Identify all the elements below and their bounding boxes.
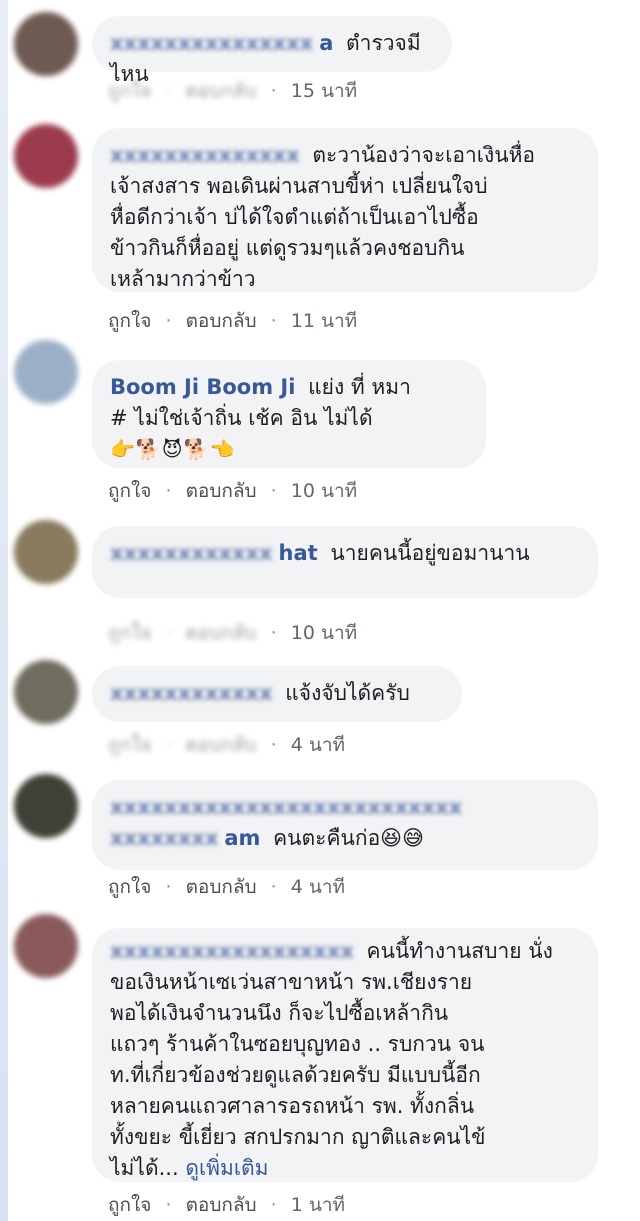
reply-link[interactable]: ตอบกลับ xyxy=(186,872,257,902)
comment-actions: ถูกใจ · ตอบกลับ · 4 นาที xyxy=(108,730,345,760)
separator: · xyxy=(270,80,277,102)
like-link[interactable]: ถูกใจ xyxy=(108,306,151,336)
comment-bubble: Boom Ji Boom Ji แย่ง ที่ หมา # ไม่ใช่เจ้… xyxy=(92,360,486,468)
separator: · xyxy=(165,622,172,644)
separator: · xyxy=(270,622,277,644)
commenter-name-visible[interactable]: a xyxy=(319,31,333,55)
avatar[interactable] xyxy=(14,774,78,838)
avatar[interactable] xyxy=(14,660,78,724)
separator: · xyxy=(270,734,277,756)
avatar[interactable] xyxy=(14,520,78,584)
comment-actions: ถูกใจ · ตอบกลับ · 10 นาที xyxy=(108,618,357,648)
separator: · xyxy=(165,876,172,898)
separator: · xyxy=(165,80,172,102)
timestamp[interactable]: 10 นาที xyxy=(291,476,357,506)
like-link[interactable]: ถูกใจ xyxy=(108,1190,151,1220)
separator: · xyxy=(165,310,172,332)
separator: · xyxy=(270,480,277,502)
commenter-name[interactable]: xxxxxxxxxxxx xyxy=(110,541,273,565)
comment-actions: ถูกใจ · ตอบกลับ · 1 นาที xyxy=(108,1190,345,1220)
reply-link[interactable]: ตอบกลับ xyxy=(186,306,257,336)
comment-text: แจ้งจับได้ครับ xyxy=(285,681,410,705)
separator: · xyxy=(165,480,172,502)
like-link[interactable]: ถูกใจ xyxy=(108,618,151,648)
timestamp[interactable]: 4 นาที xyxy=(291,730,345,760)
see-more-link[interactable]: ดูเพิ่มเติม xyxy=(185,1156,268,1180)
comment-bubble: xxxxxxxxxxxxxx ตะวาน้องว่าจะเอาเงินหื่อ … xyxy=(92,128,598,292)
reply-link[interactable]: ตอบกลับ xyxy=(186,730,257,760)
commenter-name[interactable]: xxxxxxxxxxxx xyxy=(110,681,273,705)
comment-actions: ถูกใจ · ตอบกลับ · 11 นาที xyxy=(108,306,357,336)
comment-bubble: xxxxxxxxxxxx hat นายคนนี้อยู่ขอมานาน xyxy=(92,526,598,598)
separator: · xyxy=(165,1194,172,1216)
timestamp[interactable]: 15 นาที xyxy=(291,76,357,106)
separator: · xyxy=(270,876,277,898)
timestamp[interactable]: 1 นาที xyxy=(291,1190,345,1220)
separator: · xyxy=(165,734,172,756)
separator: · xyxy=(270,1194,277,1216)
timestamp[interactable]: 10 นาที xyxy=(291,618,357,648)
avatar[interactable] xyxy=(14,124,78,188)
commenter-name[interactable]: xxxxxxxxxxxxxxx xyxy=(110,31,313,55)
comment-actions: ถูกใจ · ตอบกลับ · 10 นาที xyxy=(108,476,357,506)
avatar[interactable] xyxy=(14,340,78,404)
reply-link[interactable]: ตอบกลับ xyxy=(186,76,257,106)
emoji-row: 👉🐕😈🐕👈 xyxy=(110,437,236,461)
commenter-name[interactable]: xxxxxxxxxxxxxxxxxx xyxy=(110,939,354,963)
comment-text: นายคนนี้อยู่ขอมานาน xyxy=(330,541,530,565)
commenter-name-visible[interactable]: am xyxy=(224,826,260,850)
like-link[interactable]: ถูกใจ xyxy=(108,872,151,902)
timestamp[interactable]: 4 นาที xyxy=(291,872,345,902)
commenter-name[interactable]: xxxxxxxxxxxxxxxxxxxxxxxxxx xyxy=(110,792,572,823)
commenter-name-visible[interactable]: hat xyxy=(279,541,318,565)
comment-bubble: xxxxxxxxxxxxxxx a ตำรวจมีไหน xyxy=(92,16,452,86)
comment-text: คนตะคืนก่อ😆😅 xyxy=(273,826,424,850)
timestamp[interactable]: 11 นาที xyxy=(291,306,357,336)
commenter-name-line2[interactable]: xxxxxxxx xyxy=(110,826,218,850)
avatar[interactable] xyxy=(14,12,78,76)
reply-link[interactable]: ตอบกลับ xyxy=(186,1190,257,1220)
like-link[interactable]: ถูกใจ xyxy=(108,76,151,106)
comment-bubble: xxxxxxxxxxxx แจ้งจับได้ครับ xyxy=(92,666,462,722)
like-link[interactable]: ถูกใจ xyxy=(108,476,151,506)
comment-bubble: xxxxxxxxxxxxxxxxxxxxxxxxxx xxxxxxxx am คน… xyxy=(92,780,598,870)
avatar[interactable] xyxy=(14,914,78,978)
commenter-name[interactable]: Boom Ji Boom Ji xyxy=(110,375,295,399)
separator: · xyxy=(270,310,277,332)
comment-actions: ถูกใจ · ตอบกลับ · 15 นาที xyxy=(108,76,357,106)
commenter-name[interactable]: xxxxxxxxxxxxxx xyxy=(110,143,300,167)
like-link[interactable]: ถูกใจ xyxy=(108,730,151,760)
comment-bubble: xxxxxxxxxxxxxxxxxx คนนี้ทำงานสบาย นั่ง ข… xyxy=(92,928,598,1182)
comment-text: คนนี้ทำงานสบาย นั่ง ขอเงินหน้าเซเว่นสาขา… xyxy=(110,939,553,1180)
left-edge-strip xyxy=(0,0,8,1221)
comment-actions: ถูกใจ · ตอบกลับ · 4 นาที xyxy=(108,872,345,902)
reply-link[interactable]: ตอบกลับ xyxy=(186,618,257,648)
reply-link[interactable]: ตอบกลับ xyxy=(186,476,257,506)
